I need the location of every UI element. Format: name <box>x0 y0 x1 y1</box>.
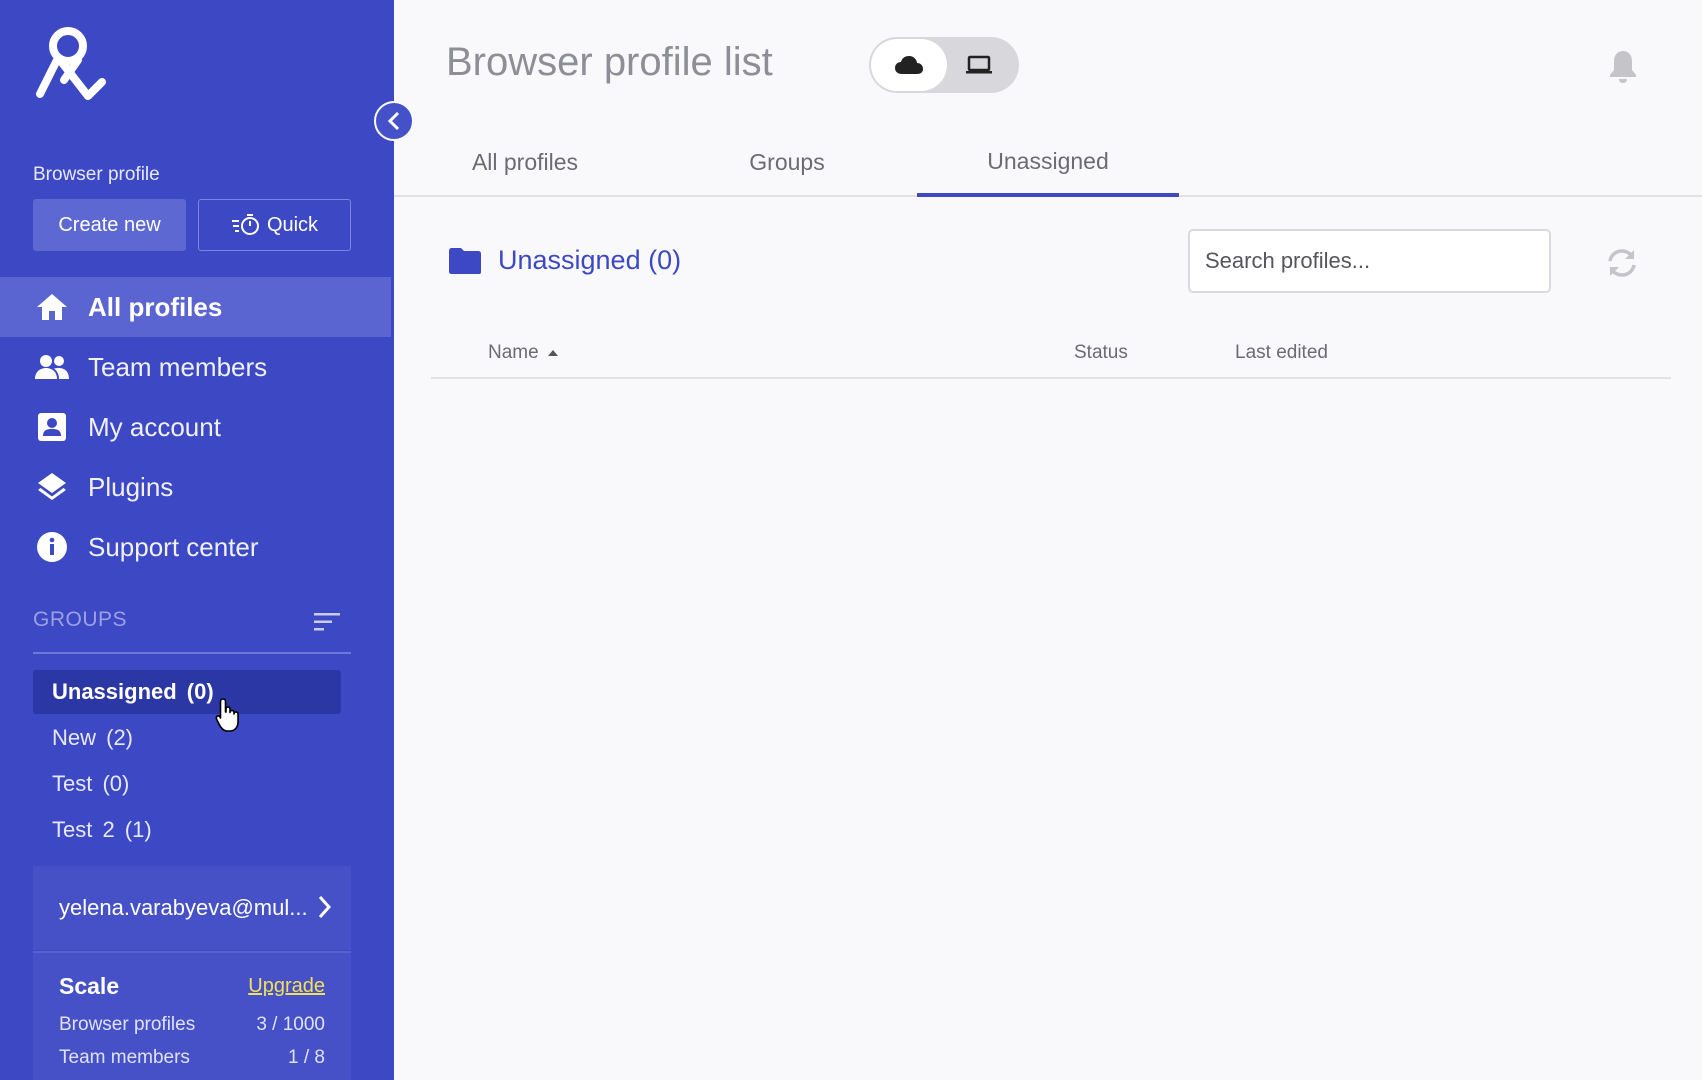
info-icon <box>34 529 70 565</box>
column-label: Name <box>488 342 539 363</box>
nav-item-team-members[interactable]: Team members <box>0 337 394 397</box>
notifications-bell-icon[interactable] <box>1607 48 1639 84</box>
refresh-icon[interactable] <box>1605 247 1639 279</box>
group-item-unassigned[interactable]: Unassigned (0) <box>33 670 341 714</box>
plan-row-value: 1 / 8 <box>288 1047 325 1068</box>
people-icon <box>34 349 70 385</box>
quick-profile-button[interactable]: Quick <box>198 199 351 251</box>
plan-row-team-members: Team members 1 / 8 <box>59 1047 325 1069</box>
plan-row-label: Team members <box>59 1047 190 1068</box>
plan-row-browser-profiles: Browser profiles 3 / 1000 <box>59 1014 325 1036</box>
collapse-sidebar-button[interactable] <box>374 101 414 141</box>
account-menu[interactable]: yelena.varabyeva@mul... <box>33 866 351 950</box>
group-item-test-2[interactable]: Test 2 (1) <box>33 808 341 852</box>
plan-row-value: 3 / 1000 <box>256 1014 325 1035</box>
local-toggle-option[interactable] <box>941 39 1017 91</box>
upgrade-link[interactable]: Upgrade <box>248 975 325 998</box>
account-email: yelena.varabyeva@mul... <box>59 895 308 920</box>
column-header-name[interactable]: Name <box>488 342 559 364</box>
sort-ascending-icon <box>547 350 558 356</box>
storage-toggle <box>869 37 1019 93</box>
nav-item-label: My account <box>88 411 221 442</box>
laptop-icon <box>966 55 992 74</box>
group-item-new[interactable]: New (2) <box>33 716 341 760</box>
chevron-left-icon <box>387 111 400 131</box>
nav-item-support-center[interactable]: Support center <box>0 517 394 577</box>
quick-button-label: Quick <box>266 213 319 236</box>
browser-profile-label: Browser profile <box>33 164 160 185</box>
nav-item-label: Support center <box>88 531 259 562</box>
column-header-status[interactable]: Status <box>1074 342 1128 364</box>
nav-item-label: Plugins <box>88 471 174 502</box>
home-icon <box>34 289 70 325</box>
plan-row-label: Browser profiles <box>59 1014 196 1035</box>
main-nav: All profiles Team members My account Plu… <box>0 277 394 577</box>
folder-icon <box>449 247 481 274</box>
account-box-icon <box>34 409 70 445</box>
multilogin-logo-icon <box>36 27 106 100</box>
cloud-toggle-option[interactable] <box>871 39 947 91</box>
page-title: Browser profile list <box>446 40 773 84</box>
nav-item-label: Team members <box>88 351 268 382</box>
hand-pointer-cursor-icon <box>215 698 239 732</box>
sidebar: Browser profile Create new Quick All pro… <box>0 0 394 1080</box>
layers-icon <box>34 469 70 505</box>
stopwatch-icon <box>231 214 259 235</box>
groups-divider <box>33 652 351 654</box>
sort-icon[interactable] <box>313 610 341 634</box>
group-list: Unassigned (0) New (2) Test (0) Test 2 (… <box>33 670 341 854</box>
nav-item-all-profiles[interactable]: All profiles <box>0 277 391 337</box>
group-header: Unassigned (0) <box>448 245 681 276</box>
column-header-last-edited[interactable]: Last edited <box>1235 342 1328 364</box>
tab-unassigned[interactable]: Unassigned <box>917 130 1179 197</box>
nav-item-label: All profiles <box>88 291 223 322</box>
plan-name: Scale <box>59 973 120 999</box>
create-new-button[interactable]: Create new <box>33 199 186 251</box>
group-title: Unassigned (0) <box>498 245 682 275</box>
nav-item-my-account[interactable]: My account <box>0 397 394 457</box>
profile-tabs: All profiles Groups Unassigned <box>394 130 1702 197</box>
tab-groups[interactable]: Groups <box>656 130 918 195</box>
tab-all-profiles[interactable]: All profiles <box>394 130 656 195</box>
nav-item-plugins[interactable]: Plugins <box>0 457 394 517</box>
plan-panel: Scale Upgrade Browser profiles 3 / 1000 … <box>33 951 351 1080</box>
chevron-right-icon <box>318 895 332 919</box>
cloud-icon <box>895 56 923 74</box>
search-profiles-input[interactable] <box>1188 229 1551 293</box>
groups-heading: GROUPS <box>33 608 128 631</box>
profiles-table-header: Name Status Last edited <box>431 336 1671 379</box>
group-item-test[interactable]: Test (0) <box>33 762 341 806</box>
